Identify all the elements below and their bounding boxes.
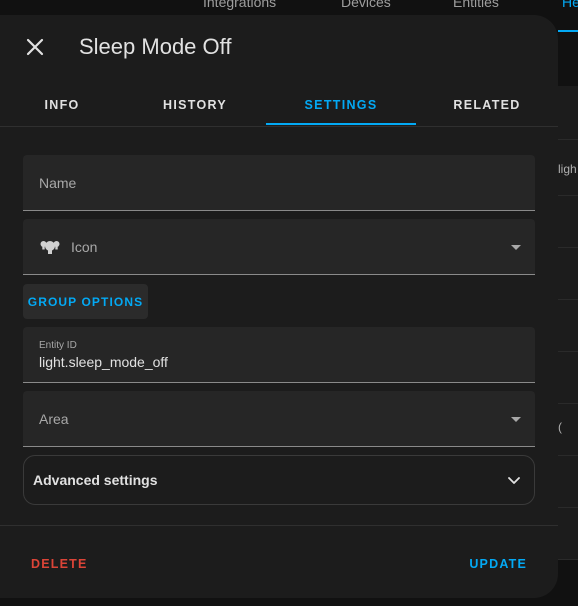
background-row	[558, 352, 578, 404]
tab-info[interactable]: INFO	[0, 83, 124, 127]
entity-settings-dialog: Sleep Mode Off INFO HISTORY SETTINGS REL…	[0, 15, 558, 598]
icon-field-label: Icon	[71, 239, 98, 255]
active-tab-indicator	[266, 123, 416, 125]
background-tab-helpers[interactable]: He	[562, 0, 578, 10]
advanced-settings-label: Advanced settings	[33, 472, 158, 488]
name-field[interactable]: Name	[23, 155, 535, 211]
entity-id-value: light.sleep_mode_off	[39, 354, 168, 370]
name-field-label: Name	[39, 175, 77, 191]
tab-settings[interactable]: SETTINGS	[266, 83, 416, 127]
dialog-footer: DELETE UPDATE	[0, 525, 558, 598]
background-row	[558, 248, 578, 300]
tab-history[interactable]: HISTORY	[124, 83, 266, 127]
background-row	[558, 508, 578, 560]
background-tab-entities[interactable]: Entities	[453, 0, 499, 10]
entity-id-field[interactable]: Entity ID light.sleep_mode_off	[23, 327, 535, 383]
close-icon	[26, 38, 44, 56]
delete-button[interactable]: DELETE	[23, 553, 96, 575]
dropdown-arrow-icon	[511, 417, 521, 422]
background-tab-indicator	[558, 30, 578, 32]
chevron-down-icon	[508, 477, 520, 484]
dialog-title: Sleep Mode Off	[79, 34, 232, 59]
tab-related[interactable]: RELATED	[416, 83, 558, 127]
dropdown-arrow-icon	[511, 245, 521, 250]
advanced-settings-expander[interactable]: Advanced settings	[23, 455, 535, 505]
background-tab-integrations[interactable]: Integrations	[203, 0, 276, 10]
area-field-label: Area	[39, 411, 69, 427]
dialog-tabs: INFO HISTORY SETTINGS RELATED	[0, 83, 558, 127]
entity-id-label: Entity ID	[39, 340, 77, 351]
background-row-text: (	[558, 420, 562, 434]
update-button[interactable]: UPDATE	[461, 553, 535, 575]
icon-picker[interactable]: Icon	[23, 219, 535, 275]
lightbulb-group-icon	[40, 241, 60, 254]
background-tab-devices[interactable]: Devices	[341, 0, 391, 10]
group-options-button[interactable]: GROUP OPTIONS	[23, 284, 148, 319]
background-row	[558, 456, 578, 508]
background-row	[558, 86, 578, 140]
background-row-text: ligh	[558, 162, 577, 176]
close-button[interactable]	[20, 32, 50, 62]
background-row	[558, 196, 578, 248]
background-tabs: Integrations Devices Entities He	[0, 0, 578, 14]
background-row	[558, 300, 578, 352]
area-picker[interactable]: Area	[23, 391, 535, 447]
